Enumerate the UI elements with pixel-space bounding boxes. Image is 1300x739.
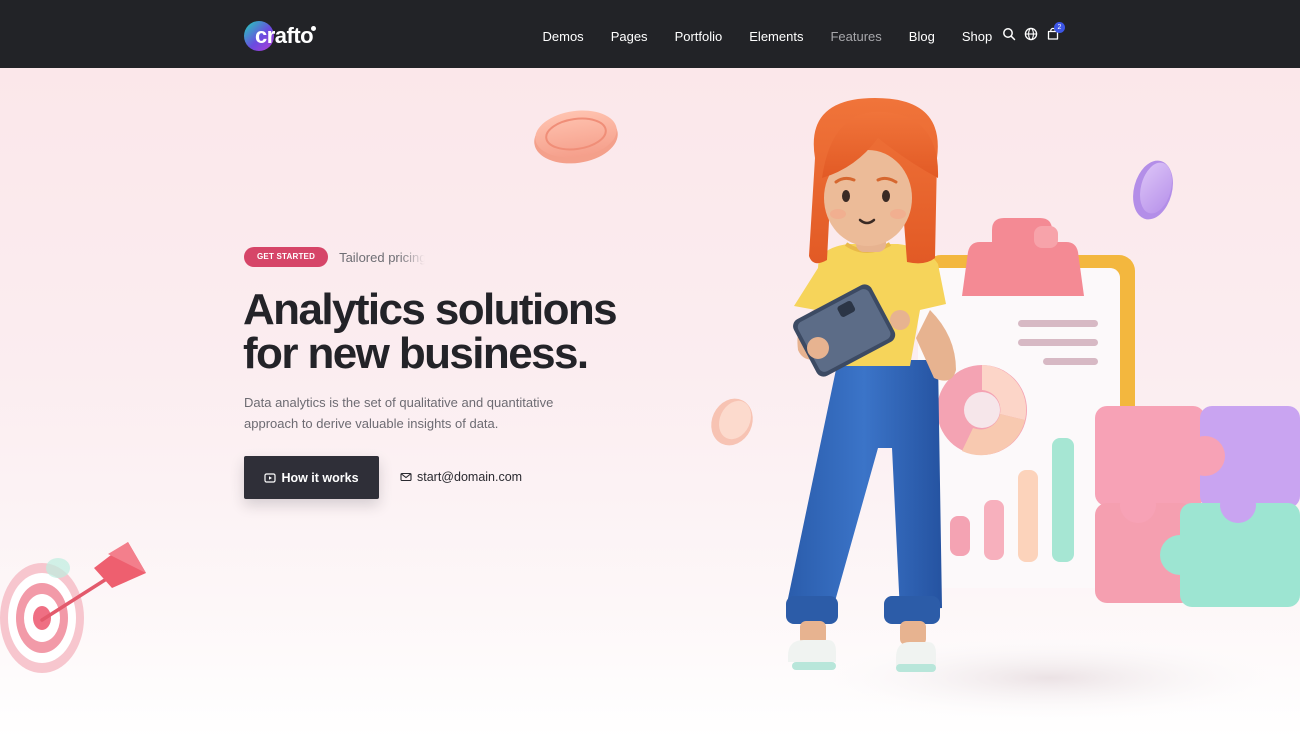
nav-icon-group: 2 xyxy=(1002,22,1065,41)
character-illustration xyxy=(786,98,956,672)
brand-logo[interactable]: crafto xyxy=(244,20,316,52)
dartboard-illustration xyxy=(0,542,146,673)
get-started-badge[interactable]: GET STARTED xyxy=(244,247,329,267)
play-video-icon xyxy=(264,472,277,483)
search-icon[interactable] xyxy=(1002,27,1016,41)
main-navigation: Demos Pages Portfolio Elements Features Blog S… xyxy=(529,24,1006,49)
headline-highlight-word: business. xyxy=(398,329,589,378)
hero-description: Data analytics is the set of qualitative… xyxy=(244,395,554,431)
email-link[interactable]: start@domain.com xyxy=(400,470,522,484)
headline-line-2-prefix: for new xyxy=(243,329,399,378)
hero-headline: Analytics solutions for new business. xyxy=(243,288,683,376)
floating-coin-purple xyxy=(1133,160,1173,220)
globe-icon[interactable] xyxy=(1024,27,1038,41)
puzzle-pieces-illustration xyxy=(1095,406,1300,607)
logo-dot-icon xyxy=(311,26,316,31)
nav-item-pages[interactable]: Pages xyxy=(597,24,661,49)
floating-coin-top xyxy=(534,110,618,164)
mail-icon xyxy=(400,472,412,482)
hero-illustration xyxy=(0,98,1300,723)
brand-name: crafto xyxy=(255,23,314,48)
headline-line-1: Analytics solutions xyxy=(243,285,618,334)
cart-icon[interactable]: 2 xyxy=(1046,22,1065,41)
hero-tag-row: GET STARTED Tailored pricing xyxy=(244,247,425,267)
nav-item-demos[interactable]: Demos xyxy=(529,24,597,49)
rotating-tagline: Tailored pricing xyxy=(339,249,426,265)
nav-item-blog[interactable]: Blog xyxy=(895,24,948,49)
floor-shadow xyxy=(790,633,1300,723)
how-it-works-button[interactable]: How it works xyxy=(244,456,379,499)
top-navbar: crafto Demos Pages Portfolio Elements Featur… xyxy=(0,0,1300,68)
nav-item-elements[interactable]: Elements xyxy=(736,24,817,49)
hero-section: GET STARTED Tailored pricing Analytics s… xyxy=(0,68,1300,739)
cart-count-badge: 2 xyxy=(1054,22,1065,33)
headline-line-2: for new business. xyxy=(243,332,683,376)
email-address: start@domain.com xyxy=(417,470,523,484)
nav-item-shop[interactable]: Shop xyxy=(948,24,1005,49)
nav-item-portfolio[interactable]: Portfolio xyxy=(661,24,736,49)
floating-coin-small xyxy=(711,398,753,446)
how-it-works-label: How it works xyxy=(281,470,359,485)
nav-item-features[interactable]: Features xyxy=(817,24,895,49)
